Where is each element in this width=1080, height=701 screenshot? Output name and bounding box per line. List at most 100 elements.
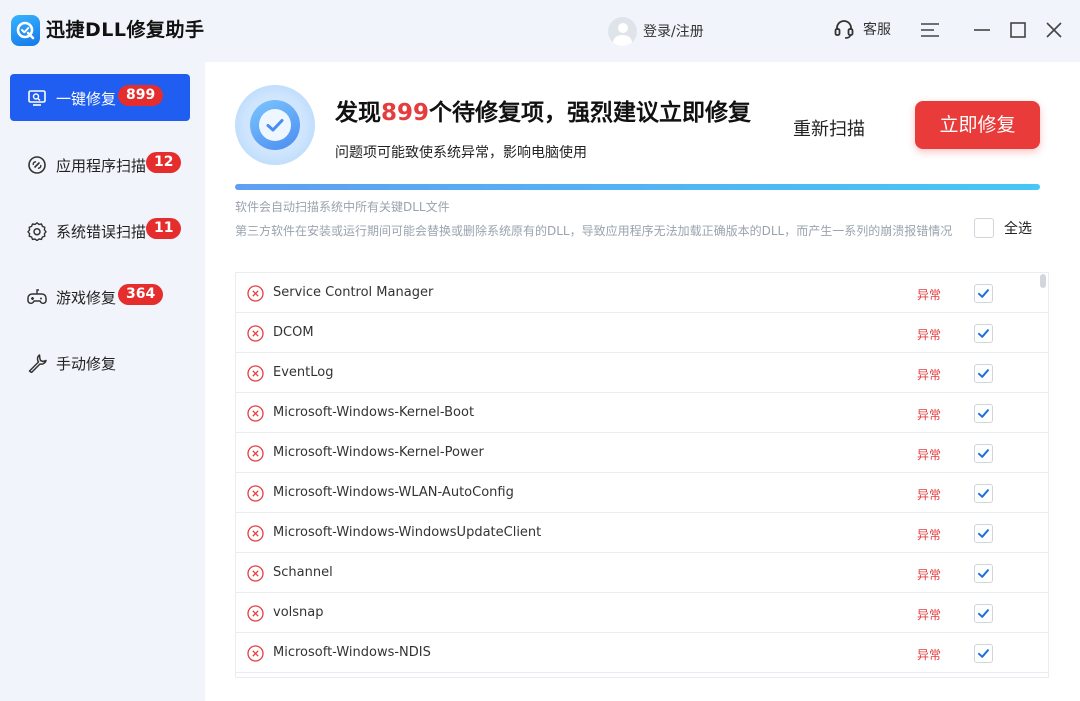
error-icon (247, 485, 264, 502)
headset-icon (834, 20, 854, 39)
page-title: 发现899个待修复项，强烈建议立即修复 (335, 100, 752, 126)
list-item[interactable]: EventLog 异常 (236, 353, 1048, 393)
list-item[interactable]: Microsoft-Windows-Kernel-Power 异常 (236, 433, 1048, 473)
list-item[interactable]: Microsoft-Windows-WLAN-AutoConfig 异常 (236, 473, 1048, 513)
item-checkbox[interactable] (974, 484, 993, 503)
item-checkbox[interactable] (974, 284, 993, 303)
list-item[interactable]: Microsoft-Windows-WindowsUpdateClient 异常 (236, 513, 1048, 553)
status-label: 异常 (917, 528, 942, 542)
avatar-icon (608, 16, 637, 46)
sidebar-item-game-repair[interactable]: 游戏修复 364 (10, 273, 190, 320)
service-label: 客服 (863, 22, 891, 38)
sidebar-item-app-scan[interactable]: 应用程序扫描 12 (10, 141, 190, 188)
error-icon (247, 445, 264, 462)
scan-progress-fill (235, 184, 1040, 190)
item-name: Microsoft-Windows-WLAN-AutoConfig (273, 485, 514, 500)
count-badge: 899 (118, 85, 164, 106)
item-checkbox[interactable] (974, 324, 993, 343)
item-checkbox[interactable] (974, 644, 993, 663)
app-logo-icon (11, 15, 40, 46)
item-name: Microsoft-Windows-WindowsUpdateClient (273, 525, 542, 540)
scan-progress-bar (235, 184, 1040, 190)
maximize-button[interactable] (1006, 18, 1030, 42)
menu-icon (921, 23, 939, 37)
item-checkbox[interactable] (974, 564, 993, 583)
maximize-icon (1010, 22, 1026, 38)
list-item[interactable]: Schannel 异常 (236, 553, 1048, 593)
count-badge: 364 (118, 284, 164, 305)
close-button[interactable] (1042, 18, 1066, 42)
checkmark-icon (978, 489, 989, 498)
list-item[interactable]: volsnap 异常 (236, 593, 1048, 633)
minimize-button[interactable] (970, 18, 994, 42)
issue-list: Service Control Manager 异常 DCOM 异常 EventLog 异… (235, 272, 1049, 678)
list-scrollbar[interactable] (1040, 274, 1046, 288)
item-name: Service Control Manager (273, 285, 434, 300)
main-panel: 发现899个待修复项，强烈建议立即修复 问题项可能致使系统异常，影响电脑使用 重… (205, 62, 1080, 701)
checkmark-icon (978, 569, 989, 578)
sidebar: 一键修复 899 应用程序扫描 12 系统错误扫描 11 游戏修复 364 手动… (0, 62, 205, 701)
page-subtitle: 问题项可能致使系统异常，影响电脑使用 (335, 145, 587, 161)
close-icon (1046, 22, 1062, 38)
sidebar-item-one-click-repair[interactable]: 一键修复 899 (10, 74, 190, 121)
error-icon (247, 605, 264, 622)
item-name: EventLog (273, 365, 334, 380)
scan-note: 软件会自动扫描系统中所有关键DLL文件 (235, 200, 450, 214)
wrench-icon (28, 354, 47, 373)
status-label: 异常 (917, 328, 942, 342)
error-icon (247, 645, 264, 662)
status-label: 异常 (917, 488, 942, 502)
checkmark-icon (978, 529, 989, 538)
checkmark-icon (978, 609, 989, 618)
menu-button[interactable] (918, 18, 942, 42)
item-checkbox[interactable] (974, 444, 993, 463)
issue-count: 899 (381, 100, 430, 126)
link-icon (28, 156, 46, 174)
error-icon (247, 565, 264, 582)
sidebar-item-label: 手动修复 (56, 355, 117, 373)
gear-icon (27, 222, 47, 241)
list-item[interactable]: Service Control Manager 异常 (236, 273, 1048, 313)
checkmark-icon (978, 649, 989, 658)
select-all-checkbox[interactable]: 全选 (974, 218, 1032, 238)
scan-description: 第三方软件在安装或运行期间可能会替换或删除系统原有的DLL，导致应用程序无法加载… (235, 224, 953, 238)
checkmark-icon (978, 329, 989, 338)
checkbox-empty (974, 218, 994, 238)
list-item[interactable]: Microsoft-Windows-Kernel-Boot 异常 (236, 393, 1048, 433)
minimize-icon (974, 29, 990, 31)
sidebar-item-label: 一键修复 (56, 90, 117, 108)
sidebar-item-label: 游戏修复 (56, 289, 117, 307)
rescan-button[interactable]: 重新扫描 (793, 115, 865, 141)
item-name: DCOM (273, 325, 314, 340)
item-name: Schannel (273, 565, 333, 580)
item-checkbox[interactable] (974, 524, 993, 543)
customer-service-button[interactable]: 客服 (833, 18, 891, 40)
status-label: 异常 (917, 288, 942, 302)
login-button[interactable]: 登录/注册 (608, 16, 704, 46)
status-label: 异常 (917, 648, 942, 662)
check-shield-icon (235, 85, 315, 165)
login-label: 登录/注册 (643, 24, 704, 40)
sidebar-item-label: 系统错误扫描 (56, 223, 147, 241)
count-badge: 11 (146, 218, 182, 239)
sidebar-item-manual-repair[interactable]: 手动修复 (10, 339, 190, 386)
item-name: Microsoft-Windows-NDIS (273, 645, 431, 660)
list-item[interactable]: DCOM 异常 (236, 313, 1048, 353)
count-badge: 12 (146, 152, 182, 173)
list-item[interactable]: Microsoft-Windows-NDIS 异常 (236, 633, 1048, 673)
item-checkbox[interactable] (974, 364, 993, 383)
error-icon (247, 525, 264, 542)
status-label: 异常 (917, 568, 942, 582)
item-checkbox[interactable] (974, 604, 993, 623)
monitor-icon (28, 90, 46, 106)
item-name: volsnap (273, 605, 324, 620)
sidebar-item-label: 应用程序扫描 (56, 157, 147, 175)
error-icon (247, 325, 264, 342)
fix-now-button[interactable]: 立即修复 (915, 101, 1040, 149)
gamepad-icon (27, 289, 47, 305)
item-name: Microsoft-Windows-Kernel-Boot (273, 405, 475, 420)
status-label: 异常 (917, 368, 942, 382)
title-bar: 迅捷DLL修复助手 登录/注册 客服 (0, 0, 1080, 62)
sidebar-item-system-error-scan[interactable]: 系统错误扫描 11 (10, 207, 190, 254)
item-checkbox[interactable] (974, 404, 993, 423)
